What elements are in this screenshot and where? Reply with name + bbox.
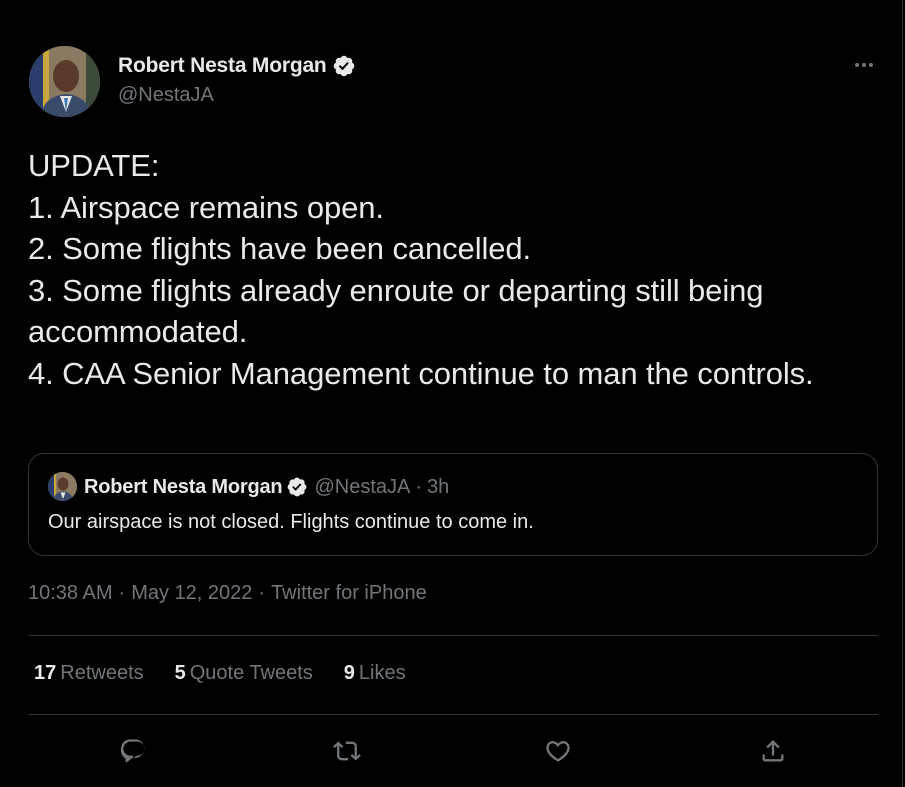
separator-dot: · [258,582,266,604]
retweets-count: 17 [34,662,57,684]
likes-count: 9 [343,662,355,684]
like-icon [546,741,570,762]
quoted-author-display-name[interactable]: Robert Nesta Morgan [84,476,283,499]
quote-tweets-count: 5 [174,662,186,684]
more-options-button[interactable] [849,50,879,80]
separator-dot: · [415,475,423,498]
author-name-row[interactable]: Robert Nesta Morgan [118,52,356,80]
tweet-text: UPDATE: 1. Airspace remains open. 2. Som… [28,148,814,391]
tweet-date[interactable]: May 12, 2022 [131,582,252,604]
quoted-tweet-header: Robert Nesta Morgan @NestaJA · 3h [84,474,449,500]
retweets-label: Retweets [60,662,144,684]
author-avatar[interactable] [29,46,100,117]
author-display-name[interactable]: Robert Nesta Morgan [118,54,327,78]
separator-dot: · [118,582,126,604]
divider [28,635,878,636]
retweet-button[interactable] [329,733,365,769]
tweet-source[interactable]: Twitter for iPhone [271,582,427,604]
verified-badge-icon [286,476,308,498]
verified-badge-icon [332,54,356,78]
retweet-icon [333,741,361,761]
quoted-author-avatar[interactable] [48,472,77,501]
quoted-tweet[interactable]: Robert Nesta Morgan @NestaJA · 3h Our ai… [28,453,878,556]
tweet-detail: Robert Nesta Morgan @NestaJA UPDATE: 1. … [0,0,903,787]
likes-label: Likes [358,662,406,684]
divider [28,714,878,715]
more-dots-icon [855,63,873,67]
like-button[interactable] [540,733,576,769]
profile-photo-icon [29,46,100,117]
retweets-stat[interactable]: 17 Retweets [34,662,144,685]
quoted-tweet-text: Our airspace is not closed. Flights cont… [48,511,534,533]
quote-tweets-stat[interactable]: 5 Quote Tweets [175,662,313,685]
reply-icon [120,739,145,763]
quote-tweets-label: Quote Tweets [189,662,313,684]
action-bar [0,733,903,769]
quoted-author-handle[interactable]: @NestaJA [314,476,410,499]
engagement-stats: 17 Retweets 5 Quote Tweets 9 Likes [34,662,437,685]
author-handle[interactable]: @NestaJA [118,84,214,107]
reply-button[interactable] [115,733,151,769]
share-button[interactable] [755,733,791,769]
quoted-tweet-time[interactable]: 3h [427,476,449,499]
likes-stat[interactable]: 9 Likes [344,662,406,685]
share-icon [762,740,784,762]
tweet-metadata: 10:38 AM · May 12, 2022 · Twitter for iPhone [28,582,427,605]
tweet-time[interactable]: 10:38 AM [28,582,113,604]
profile-photo-icon [48,472,77,501]
